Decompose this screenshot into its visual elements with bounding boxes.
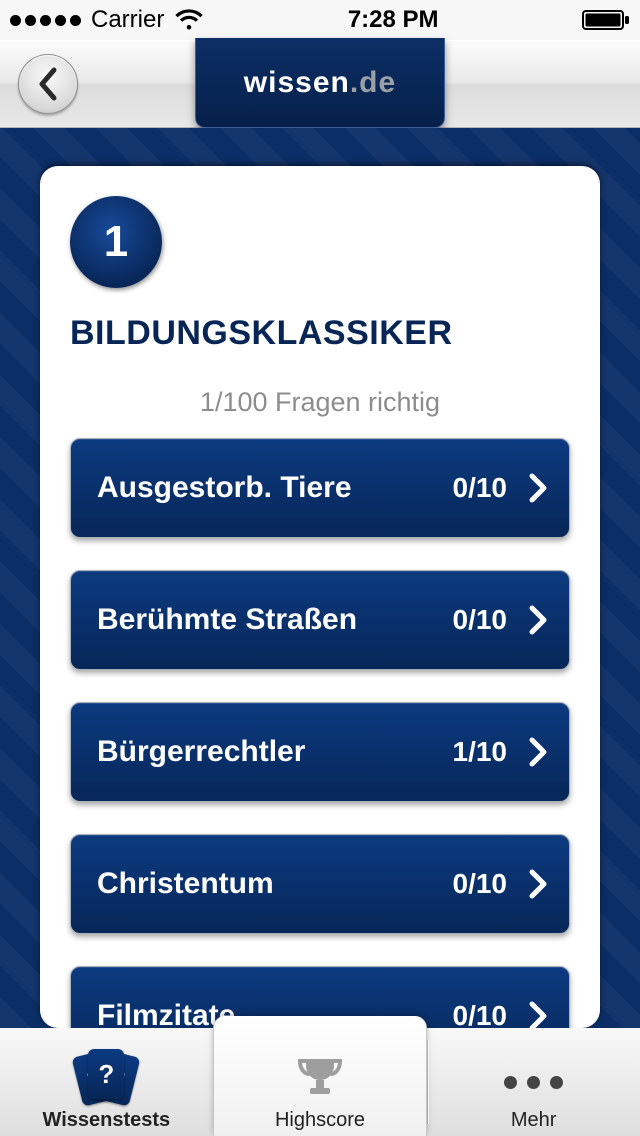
quiz-cards-icon: ??? [77, 1049, 135, 1103]
chevron-right-icon [529, 869, 547, 899]
chevron-right-icon [529, 737, 547, 767]
content-area: 1 BILDUNGSKLASSIKER 1/100 Fragen richtig… [0, 128, 640, 1028]
wifi-icon [174, 9, 204, 31]
status-time: 7:28 PM [348, 6, 439, 34]
category-card: 1 BILDUNGSKLASSIKER 1/100 Fragen richtig… [40, 166, 600, 1028]
total-score-value: 1 [104, 217, 128, 267]
tab-label: Highscore [275, 1109, 365, 1132]
trophy-icon [294, 1051, 346, 1103]
chevron-left-icon [37, 67, 59, 101]
topic-row[interactable]: Ausgestorb. Tiere 0/10 [70, 438, 570, 538]
topic-label: Bürgerrechtler [97, 735, 453, 769]
topic-score: 0/10 [453, 604, 508, 636]
topic-label: Ausgestorb. Tiere [97, 471, 453, 505]
tab-wissenstests[interactable]: ??? Wissenstests [0, 1028, 213, 1136]
total-score-bubble: 1 [70, 196, 162, 288]
carrier-label: Carrier [91, 6, 164, 34]
tab-mehr[interactable]: Mehr [427, 1028, 640, 1136]
tab-label: Mehr [511, 1109, 557, 1132]
signal-icon [10, 15, 81, 26]
back-button[interactable] [18, 54, 78, 114]
topic-score: 0/10 [453, 1000, 508, 1028]
topic-row[interactable]: Christentum 0/10 [70, 834, 570, 934]
topic-score: 0/10 [453, 868, 508, 900]
logo-wissen: wissen [244, 66, 350, 99]
more-icon [504, 1076, 563, 1089]
tab-highscore[interactable]: Highscore [213, 1016, 428, 1136]
topic-label: Christentum [97, 867, 453, 901]
page-subtitle: 1/100 Fragen richtig [70, 387, 570, 418]
topic-row[interactable]: Bürgerrechtler 1/10 [70, 702, 570, 802]
topic-row[interactable]: Berühmte Straßen 0/10 [70, 570, 570, 670]
chevron-right-icon [529, 1001, 547, 1028]
card-stack: 1 BILDUNGSKLASSIKER 1/100 Fragen richtig… [40, 166, 600, 1028]
topic-score: 0/10 [453, 472, 508, 504]
navbar: wissen.de [0, 40, 640, 128]
tabbar: ??? Wissenstests Highscore Mehr [0, 1028, 640, 1136]
page-title: BILDUNGSKLASSIKER [70, 314, 453, 353]
status-bar: Carrier 7:28 PM [0, 0, 640, 40]
topic-score: 1/10 [453, 736, 508, 768]
app-logo: wissen.de [195, 38, 445, 128]
topic-list: Ausgestorb. Tiere 0/10 Berühmte Straßen … [70, 438, 570, 1028]
battery-icon [582, 10, 630, 30]
chevron-right-icon [529, 473, 547, 503]
tab-label: Wissenstests [43, 1109, 171, 1132]
topic-label: Berühmte Straßen [97, 603, 453, 637]
chevron-right-icon [529, 605, 547, 635]
logo-de: .de [350, 66, 396, 99]
